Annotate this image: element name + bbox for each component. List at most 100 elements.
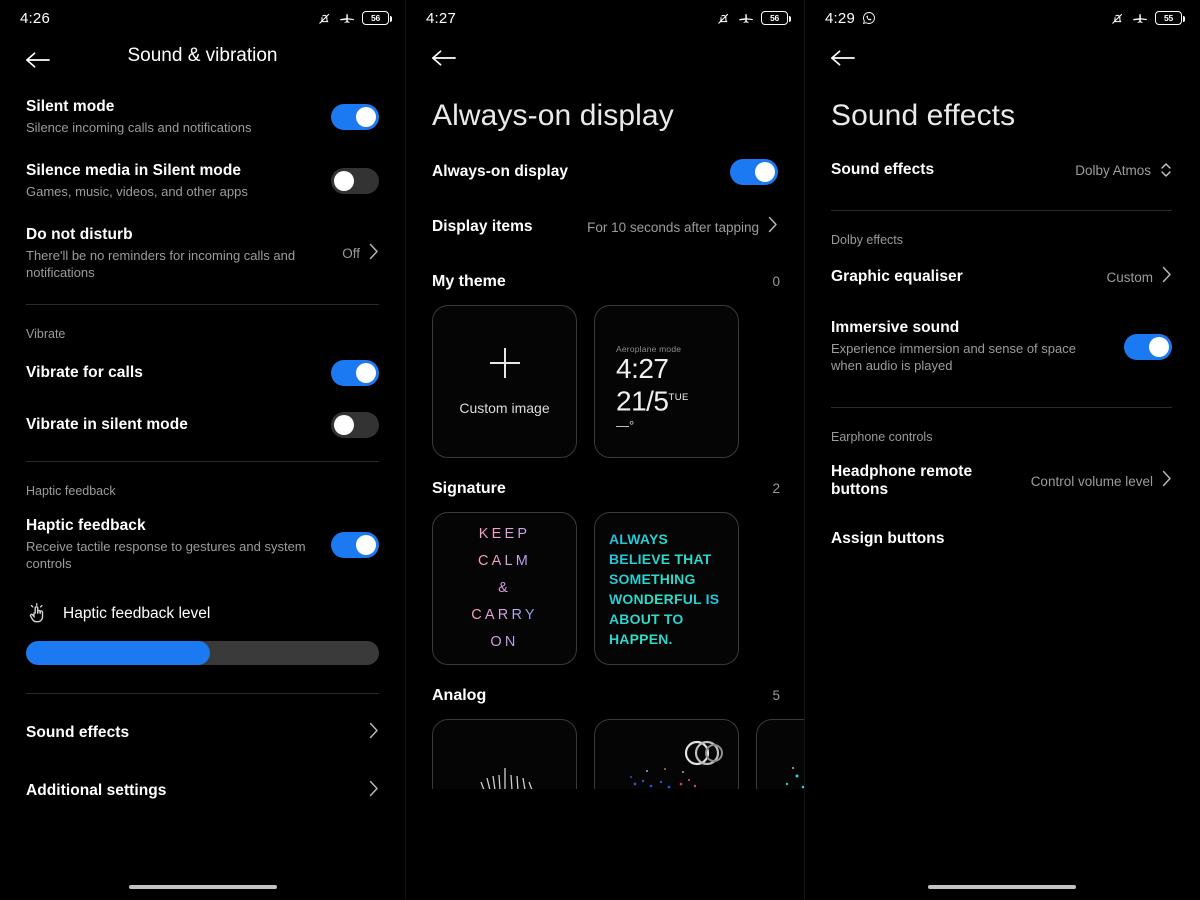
divider [831, 407, 1172, 408]
toggle-vibrate-for-calls[interactable] [331, 360, 379, 386]
slider-fill [26, 641, 210, 665]
row-vibrate-for-calls[interactable]: Vibrate for calls [0, 347, 405, 399]
row-value: For 10 seconds after tapping [587, 219, 759, 235]
row-headphone-remote-buttons[interactable]: Headphone remote buttons Control volume … [805, 450, 1198, 512]
chevron-right-icon [1162, 266, 1172, 288]
row-title: Vibrate in silent mode [26, 416, 188, 433]
chevron-right-icon [1162, 470, 1172, 492]
analog-card-list [406, 705, 804, 789]
page-title: Sound effects [831, 99, 1016, 132]
toggle-silent-mode[interactable] [331, 104, 379, 130]
row-silence-media[interactable]: Silence media in Silent mode Games, musi… [0, 149, 405, 213]
row-subtitle: Receive tactile response to gestures and… [26, 539, 306, 571]
section-count: 2 [772, 481, 780, 496]
row-title: Vibrate for calls [26, 364, 143, 381]
card-signature-always-believe[interactable]: ALWAYS BELIEVE THAT SOMETHING WONDERFUL … [594, 512, 739, 665]
battery-icon: 56 [362, 11, 393, 25]
section-header-analog: Analog 5 [406, 665, 804, 705]
analog-dots-graphic [785, 767, 804, 789]
home-gesture-pill[interactable] [927, 884, 1076, 890]
theme-card-list: Custom image Aeroplane mode 4:27 21/5TUE… [406, 291, 804, 458]
battery-level: 56 [769, 13, 780, 23]
row-subtitle: There'll be no reminders for incoming ca… [26, 248, 296, 280]
row-do-not-disturb[interactable]: Do not disturb There'll be no reminders … [0, 213, 405, 294]
plus-icon [489, 347, 520, 378]
row-assign-buttons[interactable]: Assign buttons [805, 512, 1198, 561]
tap-vibration-icon [26, 603, 48, 625]
card-label: Custom image [459, 399, 550, 416]
row-title: Silence media in Silent mode [26, 162, 242, 179]
row-title: Additional settings [26, 782, 167, 799]
clock-date: 21/5 [616, 385, 669, 417]
row-display-items[interactable]: Display items For 10 seconds after tappi… [406, 198, 804, 251]
status-time: 4:26 [20, 9, 50, 27]
status-time: 4:27 [426, 9, 456, 27]
airplane-icon [339, 10, 355, 26]
divider [26, 693, 379, 694]
whatsapp-icon [862, 11, 876, 25]
row-silent-mode[interactable]: Silent mode Silence incoming calls and n… [0, 85, 405, 149]
row-title: Haptic feedback [26, 517, 146, 534]
toggle-always-on-display[interactable] [730, 159, 778, 185]
battery-icon: 55 [1155, 11, 1186, 25]
airplane-icon [1132, 10, 1148, 26]
row-title: Sound effects [831, 161, 935, 178]
back-arrow-icon[interactable] [430, 48, 457, 68]
clock-weekday: TUE [668, 392, 689, 403]
section-header-my-theme: My theme 0 [406, 251, 804, 291]
three-phone-screenshots: 4:26 56 Sound & vibration Silent mode Si… [0, 0, 1200, 900]
card-clock-style[interactable]: Aeroplane mode 4:27 21/5TUE —° [594, 305, 739, 458]
row-vibrate-in-silent-mode[interactable]: Vibrate in silent mode [0, 399, 405, 451]
battery-level: 55 [1163, 13, 1174, 23]
battery-level: 56 [370, 13, 381, 23]
toggle-haptic-feedback[interactable] [331, 531, 379, 558]
status-time: 4:29 [825, 9, 855, 27]
gesture-nav-bar [0, 874, 405, 900]
status-bar: 4:29 55 [805, 0, 1198, 36]
toggle-immersive-sound[interactable] [1124, 333, 1172, 360]
bell-muted-icon [317, 11, 332, 26]
bell-muted-icon [1110, 11, 1125, 26]
section-label-haptic: Haptic feedback [26, 484, 116, 498]
signature-text: KEEP CALM & CARRY ON [471, 521, 538, 656]
row-sound-effects-mode[interactable]: Sound effects Dolby Atmos [805, 133, 1198, 192]
haptic-level-slider[interactable] [26, 641, 379, 665]
chevron-right-icon [768, 216, 778, 238]
card-custom-image[interactable]: Custom image [432, 305, 577, 458]
status-bar: 4:27 56 [406, 0, 804, 36]
row-subtitle: Silence incoming calls and notifications [26, 120, 252, 135]
section-label-vibrate: Vibrate [26, 327, 66, 341]
section-header-signature: Signature 2 [406, 458, 804, 498]
card-signature-keep-calm[interactable]: KEEP CALM & CARRY ON [432, 512, 577, 665]
row-always-on-display[interactable]: Always-on display [406, 133, 804, 198]
section-title: Signature [432, 480, 506, 497]
row-immersive-sound[interactable]: Immersive sound Experience immersion and… [805, 301, 1198, 387]
row-title: Immersive sound [831, 319, 960, 336]
row-graphic-equaliser[interactable]: Graphic equaliser Custom [805, 253, 1198, 301]
row-value: Control volume level [1030, 473, 1153, 489]
toggle-silence-media[interactable] [331, 168, 379, 194]
chevron-updown-icon[interactable] [1160, 162, 1172, 178]
signature-card-list: KEEP CALM & CARRY ON ALWAYS BELIEVE THAT SOM… [406, 498, 804, 665]
analog-dial-graphic [480, 768, 533, 789]
row-sound-effects[interactable]: Sound effects [0, 704, 405, 762]
section-label-earphone-controls: Earphone controls [831, 430, 933, 444]
row-haptic-feedback[interactable]: Haptic feedback Receive tactile response… [0, 504, 405, 585]
card-analog-rings[interactable] [594, 719, 739, 789]
back-arrow-icon[interactable] [24, 50, 51, 70]
back-arrow-icon[interactable] [829, 48, 856, 68]
airplane-icon [738, 10, 754, 26]
page-title: Sound & vibration [127, 45, 278, 66]
row-title: Always-on display [432, 163, 569, 180]
home-gesture-pill[interactable] [128, 884, 277, 890]
row-value: Off [342, 246, 360, 261]
card-analog-dial[interactable] [432, 719, 577, 789]
row-additional-settings[interactable]: Additional settings [0, 762, 405, 820]
analog-rings-graphic [630, 740, 723, 789]
row-subtitle: Experience immersion and sense of space … [831, 341, 1076, 373]
section-label-dolby-effects: Dolby effects [831, 233, 904, 247]
signature-text: ALWAYS BELIEVE THAT SOMETHING WONDERFUL … [595, 529, 738, 649]
bell-muted-icon [716, 11, 731, 26]
toggle-vibrate-in-silent-mode[interactable] [331, 412, 379, 438]
card-analog-dots[interactable] [756, 719, 804, 789]
